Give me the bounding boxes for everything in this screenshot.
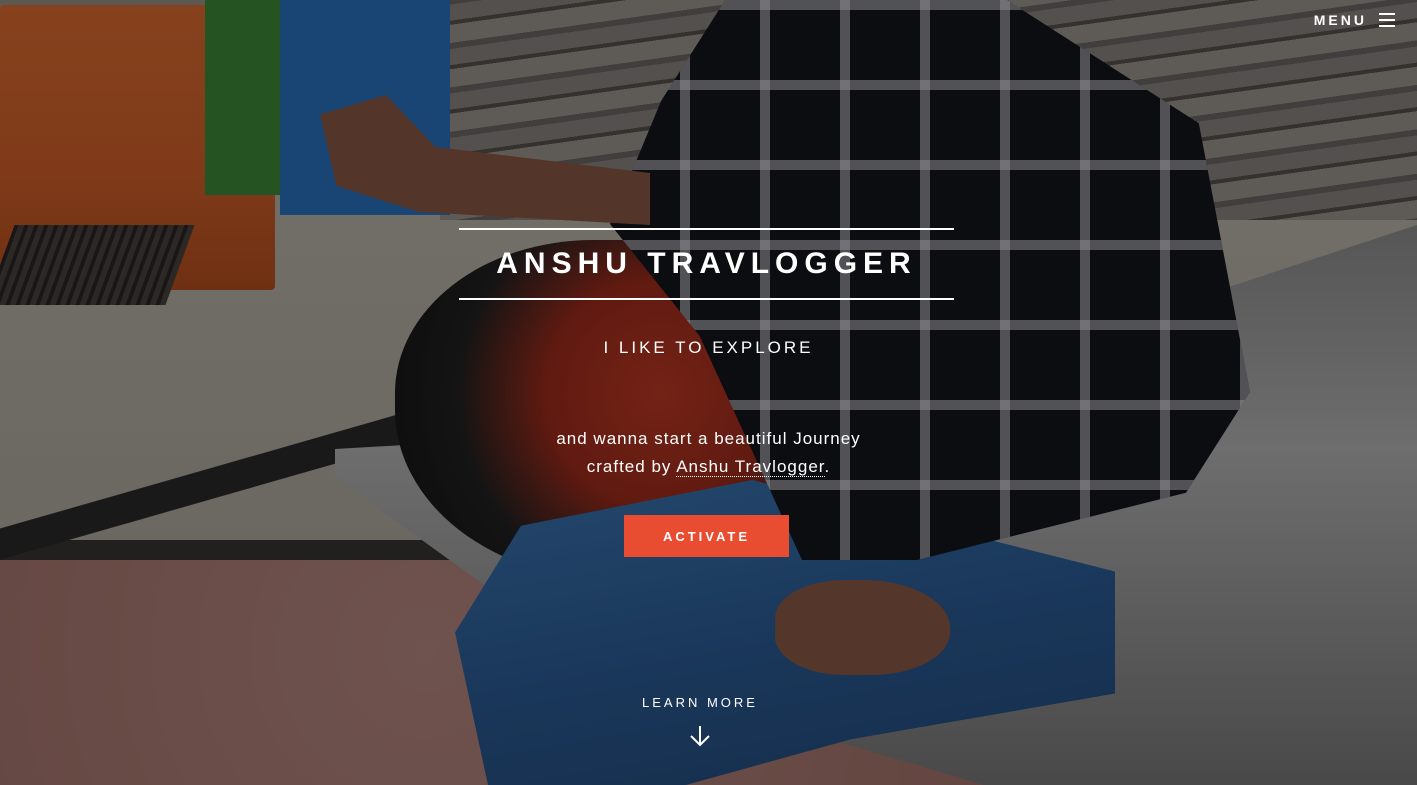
site-title: ANSHU TRAVLOGGER — [496, 247, 917, 280]
description-prefix: crafted by — [586, 457, 677, 476]
hero-description: and wanna start a beautiful Journey craf… — [0, 425, 1417, 481]
tagline: I LIKE TO EXPLORE — [603, 338, 814, 357]
activate-button[interactable]: ACTIVATE — [624, 515, 789, 557]
arrow-down-icon — [690, 726, 710, 747]
description-suffix: . — [824, 457, 831, 476]
learn-more-label: LEARN MORE — [642, 695, 758, 710]
hamburger-icon — [1379, 13, 1395, 27]
learn-more-link[interactable]: LEARN MORE — [600, 695, 800, 748]
description-line-1: and wanna start a beautiful Journey — [556, 429, 861, 448]
author-link[interactable]: Anshu Travlogger — [676, 457, 825, 477]
title-frame: ANSHU TRAVLOGGER — [459, 228, 954, 300]
menu-button[interactable]: MENU — [1314, 12, 1395, 28]
background-photo — [0, 0, 1417, 785]
menu-label: MENU — [1313, 12, 1367, 28]
